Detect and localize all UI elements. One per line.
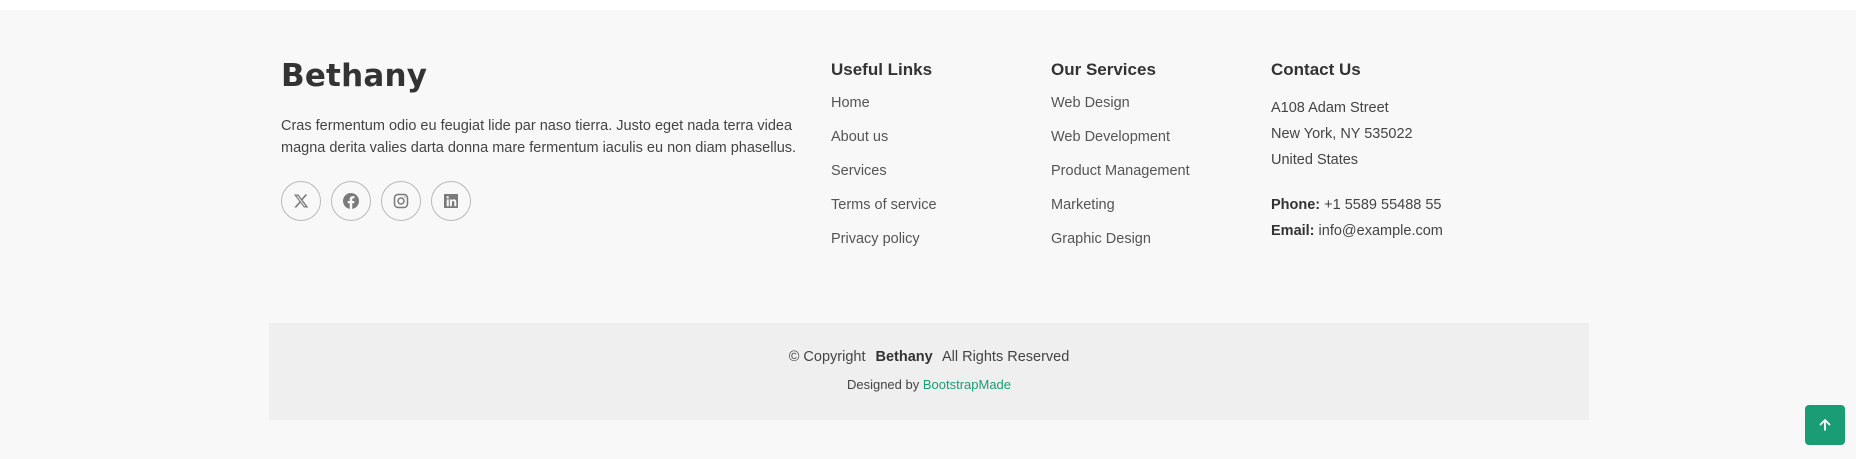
address-line-1: A108 Adam Street	[1271, 100, 1389, 116]
header-edge	[0, 0, 1856, 10]
credits-line: Designed by BootstrapMade	[269, 377, 1589, 392]
copyright-prefix: © Copyright	[788, 349, 866, 365]
list-item: Home	[831, 95, 937, 112]
list-item: Graphic Design	[1051, 231, 1190, 248]
link-web-design[interactable]: Web Design	[1051, 95, 1130, 111]
our-services-column: Our Services Web Design Web Development …	[1051, 59, 1190, 265]
contact-column: Contact Us A108 Adam Street New York, NY…	[1271, 59, 1443, 244]
link-marketing[interactable]: Marketing	[1051, 197, 1115, 213]
address-line-2: New York, NY 535022	[1271, 126, 1413, 142]
link-product-management[interactable]: Product Management	[1051, 163, 1190, 179]
contact-title: Contact Us	[1271, 60, 1361, 79]
site-footer: Bethany Cras fermentum odio eu feugiat l…	[0, 10, 1856, 459]
our-services-title: Our Services	[1051, 60, 1156, 79]
link-web-development[interactable]: Web Development	[1051, 129, 1170, 145]
email-label: Email:	[1271, 223, 1315, 239]
email-line: Email: info@example.com	[1271, 218, 1443, 244]
link-home[interactable]: Home	[831, 95, 870, 111]
copyright-suffix: All Rights Reserved	[941, 349, 1070, 365]
useful-links-column: Useful Links Home About us Services Term…	[831, 59, 937, 265]
list-item: Web Development	[1051, 129, 1190, 146]
x-twitter-icon[interactable]	[281, 181, 321, 221]
list-item: Terms of service	[831, 197, 937, 214]
instagram-icon[interactable]	[381, 181, 421, 221]
link-privacy-policy[interactable]: Privacy policy	[831, 231, 920, 247]
list-item: Privacy policy	[831, 231, 937, 248]
credits-prefix: Designed by	[846, 377, 920, 392]
arrow-up-icon	[1819, 419, 1831, 431]
copyright-sitename: Bethany	[875, 349, 933, 365]
contact-details: A108 Adam Street New York, NY 535022 Uni…	[1271, 95, 1443, 244]
list-item: About us	[831, 129, 937, 146]
designer-link[interactable]: BootstrapMade	[923, 377, 1011, 392]
scroll-top-button[interactable]	[1805, 405, 1845, 445]
phone-line: Phone: +1 5589 55488 55	[1271, 192, 1443, 218]
link-about-us[interactable]: About us	[831, 129, 888, 145]
footer-logo[interactable]: Bethany	[281, 58, 427, 94]
copyright-line: © Copyright Bethany All Rights Reserved	[269, 349, 1589, 365]
email-value: info@example.com	[1318, 223, 1443, 239]
link-graphic-design[interactable]: Graphic Design	[1051, 231, 1151, 247]
list-item: Marketing	[1051, 197, 1190, 214]
link-services[interactable]: Services	[831, 163, 887, 179]
facebook-icon[interactable]	[331, 181, 371, 221]
useful-links-title: Useful Links	[831, 60, 933, 79]
copyright-band: © Copyright Bethany All Rights Reserved …	[269, 323, 1589, 420]
social-links	[281, 181, 471, 221]
list-item: Services	[831, 163, 937, 180]
address-line-3: United States	[1271, 152, 1359, 168]
phone-value: +1 5589 55488 55	[1324, 197, 1442, 213]
phone-label: Phone:	[1271, 197, 1321, 213]
linkedin-icon[interactable]	[431, 181, 471, 221]
footer-about-text: Cras fermentum odio eu feugiat lide par …	[281, 118, 797, 156]
list-item: Product Management	[1051, 163, 1190, 180]
link-terms-of-service[interactable]: Terms of service	[831, 197, 937, 213]
list-item: Web Design	[1051, 95, 1190, 112]
